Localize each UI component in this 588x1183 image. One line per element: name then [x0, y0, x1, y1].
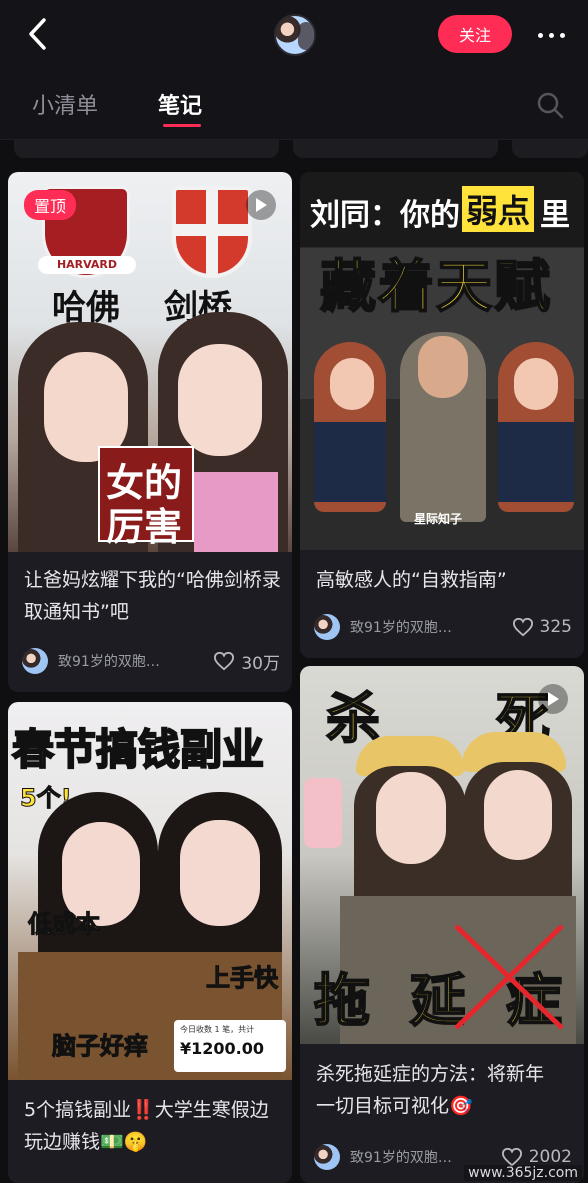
cover-label: 女的 厉害 — [98, 446, 194, 549]
note-title: 让爸妈炫耀下我的“哈佛剑桥录取通知书”吧 — [24, 569, 281, 623]
like-button[interactable]: 325 — [512, 617, 572, 637]
like-count: 2002 — [528, 1147, 572, 1167]
author-name: 致91岁的双胞… — [350, 620, 452, 636]
cover-logo: 星际知子 — [414, 512, 463, 526]
note-meta: 致91岁的双胞… 30万 — [22, 646, 280, 676]
more-button[interactable] — [526, 15, 576, 55]
play-icon — [246, 190, 276, 220]
note-title: 杀死拖延症的方法：将新年一切目标可视化🎯 — [316, 1063, 545, 1117]
note-cover: 春节搞钱副业 5个! 低成本 上手快 脑子好痒 今日收数 1 笔，共计 ¥120… — [8, 702, 292, 1080]
income-note: 今日收数 1 笔，共计 ¥1200.00 — [174, 1020, 286, 1072]
like-button[interactable]: 30万 — [213, 649, 280, 674]
active-tab-indicator — [163, 124, 201, 127]
author-name: 致91岁的双胞… — [58, 654, 160, 670]
profile-avatar[interactable] — [274, 14, 316, 56]
cover-text: 里 — [540, 198, 570, 233]
note-cover: HARVARD 哈佛 剑桥 女的 厉害 置顶 — [8, 172, 292, 552]
author-avatar — [314, 614, 340, 640]
note-title: 高敏感人的“自救指南” — [316, 569, 507, 591]
like-count: 30万 — [241, 653, 280, 674]
search-icon[interactable] — [535, 90, 565, 120]
note-meta: 致91岁的双胞… 325 — [314, 612, 572, 642]
play-icon — [538, 684, 568, 714]
tab-checklist[interactable]: 小清单 — [32, 88, 98, 120]
like-button[interactable]: 2002 — [501, 1147, 572, 1167]
note-cover: 刘同：你的 弱点 里 藏着天赋 星际知子 — [300, 172, 584, 550]
back-button[interactable] — [18, 14, 58, 54]
note-card[interactable]: 刘同：你的 弱点 里 藏着天赋 星际知子 高敏感人的“自救指南” 致91岁的双胞… — [300, 172, 584, 658]
like-count: 325 — [539, 617, 572, 637]
card-peek — [293, 140, 498, 158]
author-avatar — [314, 1144, 340, 1170]
card-peek — [512, 140, 588, 158]
cover-text: 刘同：你的 — [310, 198, 460, 233]
harvard-banner: HARVARD — [38, 256, 136, 274]
author-avatar — [22, 648, 48, 674]
note-cover: 杀 死 拖 延 症 — [300, 666, 584, 1044]
cross-mark-icon — [454, 924, 564, 1030]
site-watermark: www.365jz.com — [464, 1165, 582, 1181]
note-title: 5个搞钱副业‼️大学生寒假边玩边赚钱💵🤫 — [24, 1099, 269, 1153]
tab-bar: 小清单 笔记 — [0, 70, 588, 140]
follow-button[interactable]: 关注 — [438, 15, 512, 53]
note-card[interactable]: HARVARD 哈佛 剑桥 女的 厉害 置顶 让爸妈炫耀下我的“哈佛剑桥录取通知… — [8, 172, 292, 692]
tab-notes[interactable]: 笔记 — [158, 88, 202, 120]
cover-text: 春节搞钱副业 — [11, 724, 265, 775]
cover-text: 藏着天赋 — [319, 254, 552, 321]
heart-icon — [501, 1147, 522, 1167]
chevron-left-icon — [29, 18, 46, 50]
heart-icon — [214, 651, 235, 671]
cover-tag: 上手快 — [206, 964, 279, 993]
cover-tag: 脑子好痒 — [52, 1032, 149, 1061]
heart-icon — [512, 617, 533, 637]
cover-text: 拖 — [313, 968, 371, 1035]
card-peek — [14, 140, 279, 158]
cover-tag: 低成本 — [28, 910, 101, 939]
note-card[interactable]: 春节搞钱副业 5个! 低成本 上手快 脑子好痒 今日收数 1 笔，共计 ¥120… — [8, 702, 292, 1183]
top-bar: 关注 — [0, 0, 588, 70]
cover-highlight: 弱点 — [462, 186, 535, 232]
author-name: 致91岁的双胞… — [350, 1150, 452, 1166]
more-horizontal-icon — [537, 32, 543, 38]
note-card[interactable]: 杀 死 拖 延 症 杀死拖延症的方法：将新年一切目标可视化🎯 致91岁的双胞… … — [300, 666, 584, 1183]
pinned-badge: 置顶 — [24, 190, 77, 220]
